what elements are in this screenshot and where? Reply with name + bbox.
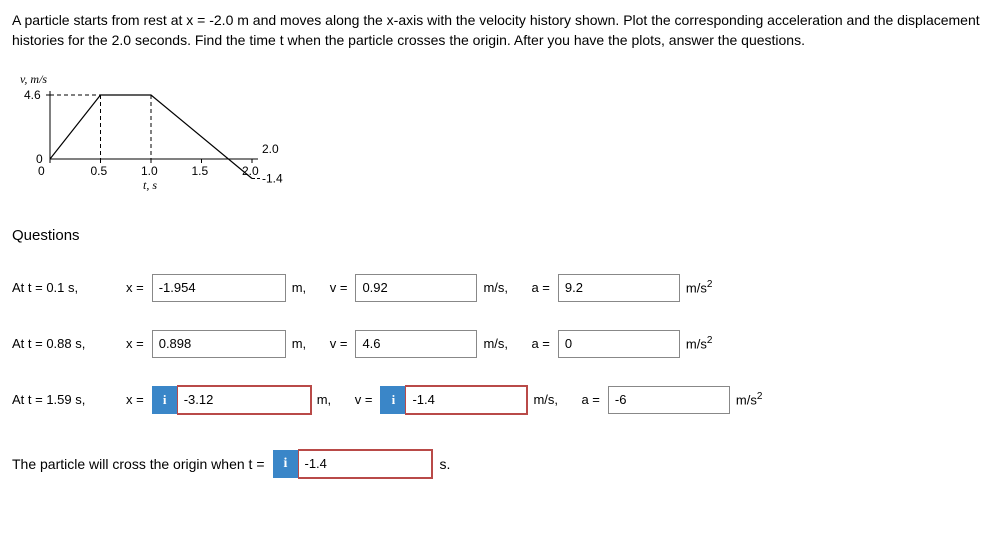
a-input[interactable]: 9.2: [558, 274, 680, 302]
svg-text:t, s: t, s: [143, 178, 157, 192]
svg-text:2.0: 2.0: [262, 142, 279, 156]
x-input[interactable]: -1.954: [152, 274, 286, 302]
time-label: At t = 0.88 s,: [12, 335, 118, 354]
svg-text:v, m/s: v, m/s: [20, 72, 47, 86]
a-input[interactable]: 0: [558, 330, 680, 358]
info-icon: i: [380, 386, 406, 414]
time-label: At t = 0.1 s,: [12, 279, 118, 298]
unit-label: m/s,: [483, 335, 523, 354]
svg-text:1.0: 1.0: [141, 164, 158, 178]
chart-svg: 4.600.51.01.52.00v, m/st, s2.0-1.4: [12, 67, 292, 197]
var-label: v =: [330, 279, 348, 298]
unit-label: m/s2: [736, 390, 780, 410]
unit-label: m,: [292, 335, 322, 354]
section-title: Questions: [12, 225, 996, 247]
problem-statement: A particle starts from rest at x = -2.0 …: [12, 10, 992, 51]
v-input[interactable]: 0.92: [355, 274, 477, 302]
input-group: -6: [608, 386, 730, 414]
question-row: At t = 0.88 s, x = 0.898 m, v = 4.6 m/s, a = 0 m/…: [12, 330, 996, 358]
svg-text:0.5: 0.5: [91, 164, 108, 178]
input-group: i-3.12: [152, 386, 311, 414]
question-row: At t = 1.59 s,x =i-3.12m,v =i-1.4m/s,a =…: [12, 386, 996, 414]
x-input[interactable]: -3.12: [178, 386, 311, 414]
a-input[interactable]: -6: [608, 386, 730, 414]
unit-label: m/s,: [483, 279, 523, 298]
var-label: x =: [126, 279, 144, 298]
var-label: a =: [531, 279, 549, 298]
svg-text:4.6: 4.6: [24, 88, 41, 102]
time-label: At t = 1.59 s,: [12, 391, 118, 410]
svg-text:2.0: 2.0: [242, 164, 259, 178]
svg-text:1.5: 1.5: [192, 164, 209, 178]
v-input[interactable]: -1.4: [406, 386, 527, 414]
info-icon: i: [152, 386, 178, 414]
input-group: i-1.4: [380, 386, 527, 414]
question-row: At t = 0.1 s, x = -1.954 m, v = 0.92 m/s, a = 9.…: [12, 274, 996, 302]
cross-input-group: i -1.4: [273, 450, 432, 478]
cross-unit: s.: [440, 454, 451, 474]
var-label: x =: [126, 335, 144, 354]
var-label: v =: [330, 335, 348, 354]
unit-label: m/s2: [686, 278, 730, 298]
input-group: 4.6: [355, 330, 477, 358]
var-label: x =: [126, 391, 144, 410]
questions-container: At t = 0.1 s, x = -1.954 m, v = 0.92 m/s, a = 9.…: [12, 274, 996, 414]
unit-label: m,: [317, 391, 347, 410]
var-label: v =: [355, 391, 373, 410]
info-icon: i: [273, 450, 299, 478]
unit-label: m/s2: [686, 334, 730, 354]
input-group: -1.954: [152, 274, 286, 302]
velocity-chart: 4.600.51.01.52.00v, m/st, s2.0-1.4: [12, 67, 292, 197]
x-input[interactable]: 0.898: [152, 330, 286, 358]
input-group: 0.92: [355, 274, 477, 302]
origin-cross-row: The particle will cross the origin when …: [12, 450, 996, 478]
var-label: a =: [581, 391, 599, 410]
cross-label: The particle will cross the origin when …: [12, 454, 265, 474]
var-label: a =: [531, 335, 549, 354]
cross-time-input[interactable]: -1.4: [299, 450, 432, 478]
input-group: 9.2: [558, 274, 680, 302]
input-group: 0.898: [152, 330, 286, 358]
unit-label: m/s,: [533, 391, 573, 410]
problem-text: A particle starts from rest at x = -2.0 …: [12, 12, 980, 48]
svg-text:-1.4: -1.4: [262, 171, 283, 185]
input-group: 0: [558, 330, 680, 358]
svg-text:0: 0: [38, 164, 45, 178]
v-input[interactable]: 4.6: [355, 330, 477, 358]
unit-label: m,: [292, 279, 322, 298]
